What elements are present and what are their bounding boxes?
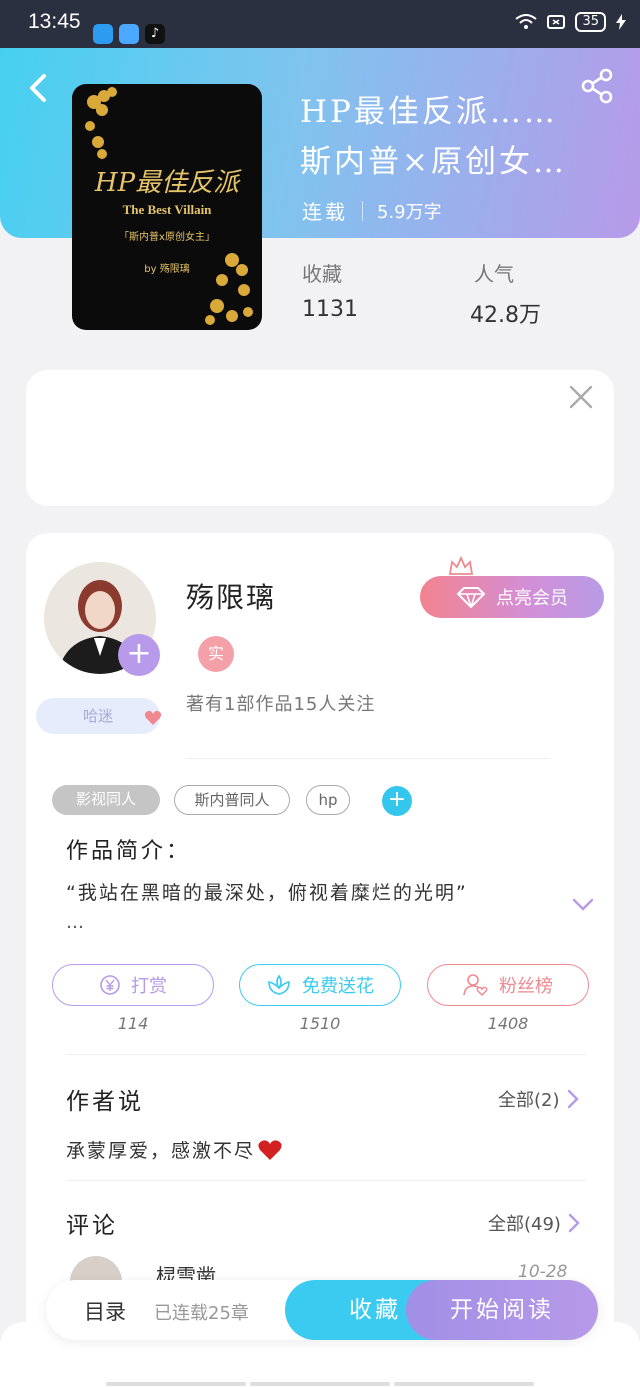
home-indicator — [394, 1382, 534, 1386]
follow-button[interactable]: + — [118, 634, 160, 676]
flower-icon — [268, 974, 290, 995]
fan-count: 1408 — [487, 1014, 529, 1033]
popularity-label: 人气 — [474, 262, 514, 286]
heart-icon — [144, 710, 162, 725]
vip-button-label: 点亮会员 — [496, 588, 568, 609]
cast-icon — [547, 15, 566, 29]
start-reading-button[interactable]: 开始阅读 — [406, 1280, 598, 1340]
send-flower-button[interactable]: 免费送花 — [239, 964, 401, 1006]
home-indicator — [106, 1382, 246, 1386]
tag-item[interactable]: 影视同人 — [52, 785, 160, 815]
chevron-down-icon[interactable] — [570, 894, 596, 916]
tiktok-icon: ♪ — [145, 24, 165, 44]
comments-more-label: 全部(49) — [488, 1214, 561, 1235]
app-notification-icon — [93, 24, 113, 44]
yen-coin-icon — [100, 975, 120, 995]
author-says-title: 作者说 — [66, 1089, 144, 1115]
collect-count-value: 1131 — [302, 297, 358, 322]
tag-item[interactable]: 斯内普同人 — [174, 785, 290, 815]
reward-count: 114 — [117, 1014, 149, 1033]
author-says-more[interactable]: 全部(2) — [498, 1086, 580, 1112]
comments-more[interactable]: 全部(49) — [488, 1210, 581, 1236]
user-heart-icon — [463, 974, 488, 996]
intro-ellipsis: … — [66, 912, 84, 933]
collect-count-label: 收藏 — [302, 262, 342, 286]
cover-subtitle: The Best Villain — [122, 202, 212, 217]
intro-title: 作品简介： — [66, 839, 192, 864]
book-cover[interactable]: HP最佳反派 The Best Villain 「斯内普x原创女主」 by 殇限… — [72, 84, 262, 330]
flower-count: 1510 — [299, 1014, 341, 1033]
fan-ranking-label: 粉丝榜 — [499, 976, 553, 997]
intro-text: “我站在黑暗的最深处，俯视着糜烂的光明” — [66, 882, 468, 904]
cover-title: HP最佳反派 — [94, 168, 240, 198]
author-says-more-label: 全部(2) — [498, 1090, 560, 1111]
divider — [362, 200, 363, 221]
status-bar: 13:45 ♪ 35 — [0, 0, 640, 48]
comment-date: 10-28 — [518, 1262, 568, 1282]
book-title-line-2: 斯内普×原创女… — [300, 144, 567, 180]
close-icon[interactable] — [568, 384, 594, 410]
add-tag-button[interactable]: + — [382, 786, 412, 816]
chevron-right-icon — [568, 1213, 580, 1233]
book-title-line-1: HP最佳反派…… — [300, 94, 558, 130]
reward-button[interactable]: 打赏 — [52, 964, 214, 1006]
wifi-icon — [515, 14, 538, 29]
cover-tagline: 「斯内普x原创女主」 — [119, 232, 215, 243]
crown-icon — [448, 556, 474, 575]
fan-badge: 哈迷 — [36, 698, 160, 734]
back-icon[interactable] — [22, 68, 62, 108]
comments-title: 评论 — [66, 1213, 118, 1239]
author-says-text: 承蒙厚爱，感激不尽 — [66, 1136, 283, 1163]
chevron-right-icon — [567, 1089, 579, 1109]
chapter-count: 已连载25章 — [154, 1303, 249, 1324]
serial-status: 连载 — [302, 200, 348, 224]
author-name[interactable]: 殇限璃 — [186, 576, 276, 616]
reward-label: 打赏 — [131, 976, 167, 997]
vip-button[interactable]: 点亮会员 — [420, 576, 604, 618]
divider — [66, 1054, 586, 1055]
author-stats: 著有1部作品15人关注 — [186, 694, 376, 715]
divider — [66, 1180, 586, 1181]
ad-card — [26, 370, 614, 506]
author-says-message: 承蒙厚爱，感激不尽 — [66, 1140, 256, 1162]
diamond-icon — [456, 587, 486, 608]
cover-byline: by 殇限璃 — [144, 264, 190, 275]
popularity-value: 42.8万 — [470, 303, 541, 328]
cloud-notification-icon — [119, 24, 139, 44]
battery-level: 35 — [575, 12, 606, 32]
word-count: 5.9万字 — [377, 201, 442, 223]
send-flower-label: 免费送花 — [302, 976, 374, 997]
verified-badge: 实 — [198, 636, 234, 672]
share-icon[interactable] — [580, 68, 616, 104]
charging-icon — [616, 14, 626, 30]
divider — [186, 758, 550, 759]
catalog-button[interactable]: 目录 — [84, 1296, 126, 1326]
fan-ranking-button[interactable]: 粉丝榜 — [427, 964, 589, 1006]
home-indicator — [250, 1382, 390, 1386]
tag-item[interactable]: hp — [306, 785, 350, 815]
red-heart-icon — [258, 1139, 282, 1160]
status-time: 13:45 — [28, 10, 81, 33]
